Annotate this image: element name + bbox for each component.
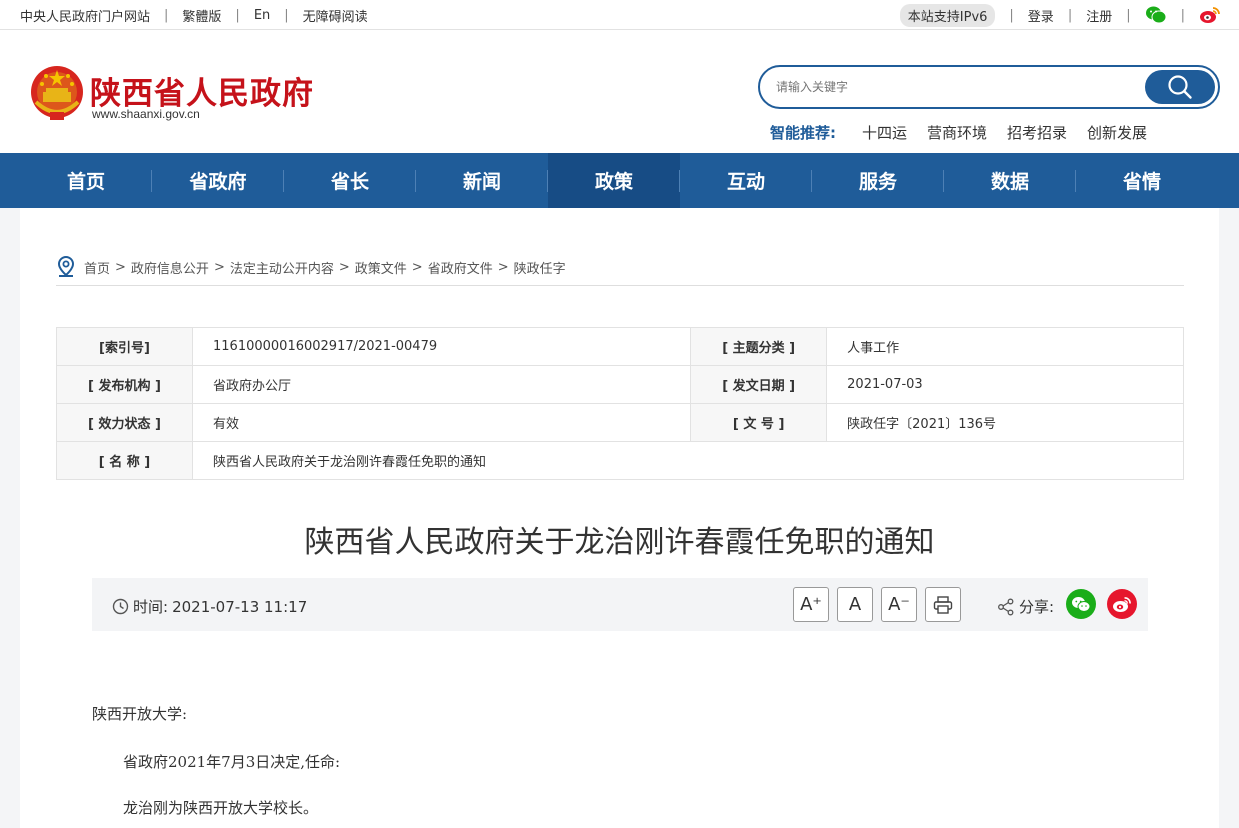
site-header: 陕西省人民政府 www.shaanxi.gov.cn 智能推荐: 十四运 营商环… — [0, 30, 1239, 153]
share-weibo-button[interactable] — [1107, 589, 1137, 619]
breadcrumb-separator: > — [411, 259, 423, 275]
nav-data[interactable]: 数据 — [944, 153, 1076, 208]
meta-label: [ 名 称 ] — [56, 441, 193, 480]
smart-recommend: 智能推荐: 十四运 营商环境 招考招录 创新发展 — [770, 122, 1167, 143]
login-link[interactable]: 登录 — [1028, 6, 1054, 25]
search-box — [758, 65, 1220, 109]
register-link[interactable]: 注册 — [1086, 6, 1112, 25]
time-value: 2021-07-13 11:17 — [172, 597, 308, 616]
recommend-item[interactable]: 创新发展 — [1087, 122, 1147, 143]
content-panel: 首页 > 政府信息公开 > 法定主动公开内容 > 政策文件 > 省政府文件 > 陕政任字 … — [20, 208, 1219, 828]
printer-icon — [933, 595, 953, 614]
main-nav: 首页 省政府 省长 新闻 政策 互动 服务 数据 省情 — [0, 153, 1239, 208]
link-traditional[interactable]: 繁體版 — [182, 6, 221, 25]
breadcrumb-separator: > — [497, 259, 509, 275]
share-wechat-button[interactable] — [1066, 589, 1096, 619]
divider: | — [164, 7, 169, 23]
link-accessibility[interactable]: 无障碍阅读 — [303, 6, 368, 25]
font-size-decrease-button[interactable]: A⁻ — [881, 587, 917, 622]
search-button[interactable] — [1145, 70, 1215, 104]
table-row: [ 效力状态 ] 有效 [ 文 号 ] 陕政任字〔2021〕136号 — [56, 403, 1184, 442]
meta-label: [ 效力状态 ] — [56, 403, 193, 442]
wechat-icon — [1072, 596, 1091, 612]
share-icon — [998, 598, 1014, 615]
publish-time: 时间: 2021-07-13 11:17 — [112, 596, 307, 617]
meta-value: 省政府办公厅 — [191, 365, 692, 404]
link-english[interactable]: En — [254, 8, 270, 23]
divider: | — [1067, 7, 1073, 23]
nav-governor[interactable]: 省长 — [284, 153, 416, 208]
recommend-item[interactable]: 招考招录 — [1007, 122, 1067, 143]
breadcrumb-item[interactable]: 首页 — [84, 258, 110, 277]
meta-label: [ 发布机构 ] — [56, 365, 193, 404]
table-row: [ 发布机构 ] 省政府办公厅 [ 发文日期 ] 2021-07-03 — [56, 365, 1184, 404]
nav-policy[interactable]: 政策 — [548, 153, 680, 208]
table-row: [索引号] 11610000016002917/2021-00479 [ 主题分… — [56, 327, 1184, 366]
article-salutation: 陕西开放大学: — [92, 705, 188, 723]
nav-services[interactable]: 服务 — [812, 153, 944, 208]
meta-label: [ 文 号 ] — [690, 403, 828, 442]
meta-value: 人事工作 — [826, 327, 1184, 366]
search-icon — [1168, 75, 1192, 99]
share-area: 分享: — [997, 596, 1054, 617]
breadcrumb: 首页 > 政府信息公开 > 法定主动公开内容 > 政策文件 > 省政府文件 > 陕政任字 — [56, 256, 566, 278]
top-bar: 中央人民政府门户网站 | 繁體版 | En | 无障碍阅读 本站支持IPv6 |… — [0, 0, 1239, 30]
meta-value: 2021-07-03 — [826, 365, 1184, 404]
font-size-increase-button[interactable]: A⁺ — [793, 587, 829, 622]
link-central-gov[interactable]: 中央人民政府门户网站 — [20, 6, 150, 25]
divider: | — [1009, 7, 1014, 23]
font-size-normal-button[interactable]: A — [837, 587, 873, 622]
clock-icon — [112, 598, 129, 615]
divider: | — [284, 7, 289, 23]
article-paragraph: 省政府2021年7月3日决定,任命: — [123, 753, 341, 771]
divider: | — [235, 7, 240, 23]
breadcrumb-item[interactable]: 省政府文件 — [428, 258, 493, 277]
meta-value: 有效 — [191, 403, 692, 442]
share-label: 分享: — [1019, 598, 1055, 616]
top-right: 本站支持IPv6 | 登录 | 注册 | | — [899, 0, 1221, 30]
top-links: 中央人民政府门户网站 | 繁體版 | En | 无障碍阅读 — [20, 0, 368, 30]
meta-label: [ 发文日期 ] — [690, 365, 828, 404]
breadcrumb-separator: > — [213, 259, 225, 275]
divider: | — [1126, 7, 1131, 23]
nav-news[interactable]: 新闻 — [416, 153, 548, 208]
breadcrumb-separator: > — [338, 259, 350, 275]
nav-home[interactable]: 首页 — [20, 153, 152, 208]
breadcrumb-item[interactable]: 政策文件 — [355, 258, 407, 277]
print-button[interactable] — [925, 587, 961, 622]
time-label: 时间: — [133, 598, 169, 616]
national-emblem-icon — [31, 66, 83, 120]
recommend-item[interactable]: 十四运 — [862, 122, 907, 143]
weibo-icon[interactable] — [1199, 4, 1221, 26]
site-url: www.shaanxi.gov.cn — [92, 107, 200, 121]
ipv6-badge: 本站支持IPv6 — [899, 3, 996, 27]
location-pin-icon — [57, 256, 75, 277]
table-row: [ 名 称 ] 陕西省人民政府关于龙治刚许春霞任免职的通知 — [56, 441, 1184, 480]
meta-value: 陕政任字〔2021〕136号 — [826, 403, 1184, 442]
breadcrumb-item[interactable]: 政府信息公开 — [131, 258, 209, 277]
recommend-item[interactable]: 营商环境 — [927, 122, 987, 143]
meta-label: [索引号] — [56, 327, 193, 366]
search-input[interactable] — [776, 77, 1136, 97]
nav-interaction[interactable]: 互动 — [680, 153, 812, 208]
article-toolbar: 时间: 2021-07-13 11:17 A⁺ A A⁻ 分享: — [92, 578, 1148, 631]
document-meta-table: [索引号] 11610000016002917/2021-00479 [ 主题分… — [56, 327, 1184, 480]
breadcrumb-item[interactable]: 陕政任字 — [514, 258, 566, 277]
breadcrumb-item[interactable]: 法定主动公开内容 — [230, 258, 334, 277]
wechat-icon[interactable] — [1145, 4, 1167, 26]
article-title: 陕西省人民政府关于龙治刚许春霞任免职的通知 — [304, 525, 935, 560]
article-paragraph: 龙治刚为陕西开放大学校长。 — [123, 799, 319, 817]
recommend-label: 智能推荐: — [770, 124, 836, 142]
meta-label: [ 主题分类 ] — [690, 327, 828, 366]
divider — [56, 285, 1184, 286]
weibo-icon — [1113, 596, 1131, 612]
divider: | — [1180, 7, 1185, 23]
nav-province-info[interactable]: 省情 — [1076, 153, 1208, 208]
meta-value: 陕西省人民政府关于龙治刚许春霞任免职的通知 — [192, 441, 1184, 480]
nav-government[interactable]: 省政府 — [152, 153, 284, 208]
breadcrumb-separator: > — [115, 259, 126, 275]
meta-value: 11610000016002917/2021-00479 — [191, 327, 692, 366]
